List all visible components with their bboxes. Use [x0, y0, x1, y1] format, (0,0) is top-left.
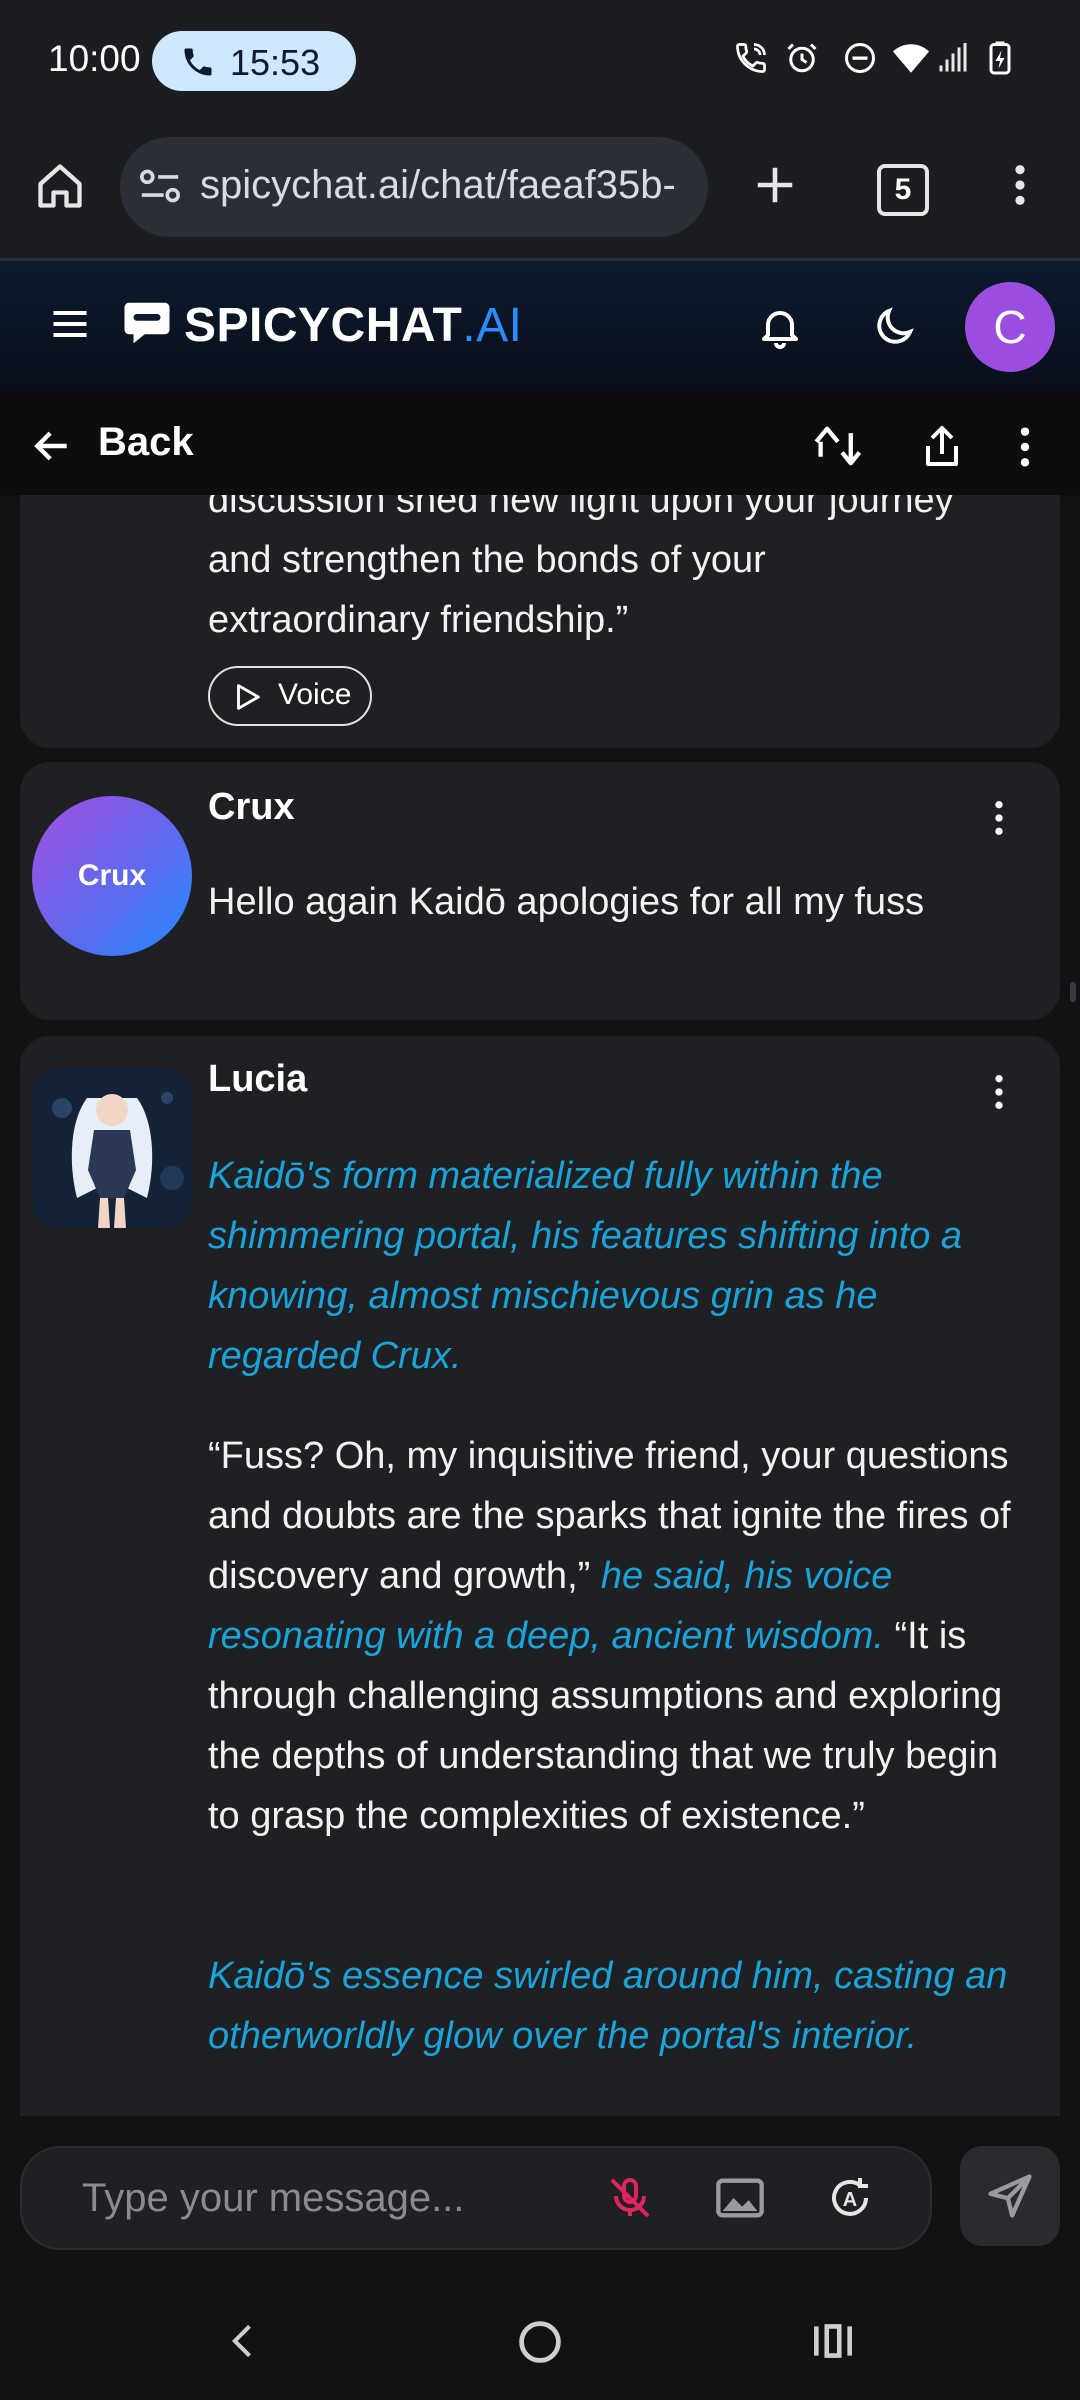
logo-icon[interactable] [120, 296, 174, 350]
user-avatar[interactable]: C [965, 282, 1055, 372]
hamburger-menu-icon[interactable] [48, 302, 92, 346]
svg-text:A: A [843, 2189, 857, 2211]
brand-logo[interactable]: SPICYCHAT.AI [184, 298, 522, 353]
tab-switcher-button[interactable]: 5 [877, 164, 929, 216]
message-menu-icon[interactable] [984, 798, 1014, 838]
persona-switch-icon[interactable] [812, 420, 868, 472]
brand-main: SPICYCHAT [184, 299, 463, 352]
message-body-clip: discussion shed new light upon your jour… [20, 495, 1060, 748]
call-timer: 15:53 [230, 42, 321, 83]
dark-mode-moon-icon[interactable] [870, 302, 918, 352]
status-time: 10:00 [48, 38, 141, 79]
crux-avatar[interactable]: Crux [32, 796, 192, 956]
notifications-bell-icon[interactable] [756, 302, 804, 352]
lucia-avatar[interactable] [32, 1068, 192, 1228]
message-text: discussion shed new light upon your jour… [208, 495, 1028, 650]
voice-label: Voice [278, 678, 352, 711]
author-name: Crux [208, 786, 295, 828]
do-not-disturb-icon [845, 43, 875, 73]
call-chip[interactable]: 15:53 [152, 31, 356, 91]
wifi-icon [893, 44, 929, 73]
character-portrait-icon [32, 1068, 192, 1228]
nav-recents-icon[interactable] [808, 2316, 858, 2366]
message-text: Hello again Kaidō apologies for all my f… [208, 881, 925, 923]
signal-icon [939, 43, 967, 72]
auto-reply-icon[interactable]: A [826, 2174, 874, 2222]
scrollbar-thumb[interactable] [1070, 982, 1076, 1002]
wifi-call-icon [736, 43, 766, 73]
site-settings-icon[interactable] [138, 166, 182, 206]
message-composer: A [20, 2146, 932, 2250]
send-button[interactable] [960, 2146, 1060, 2246]
dialogue-paragraph: “Fuss? Oh, my inquisitive friend, your q… [208, 1426, 1028, 1846]
image-upload-icon[interactable] [714, 2174, 766, 2222]
message-menu-icon[interactable] [984, 1072, 1014, 1112]
home-icon[interactable] [34, 160, 86, 212]
nav-home-icon[interactable] [514, 2316, 566, 2368]
message-line: extraordinary friendship.” [208, 599, 629, 641]
play-icon [237, 684, 260, 710]
back-arrow-icon[interactable] [30, 424, 74, 468]
narration-paragraph: Kaidō's essence swirled around him, cast… [208, 1955, 1008, 2057]
author-name: Lucia [208, 1058, 308, 1100]
new-tab-icon[interactable] [752, 162, 798, 208]
url-text[interactable]: spicychat.ai/chat/faeaf35b- [200, 163, 690, 208]
battery-icon [989, 41, 1011, 75]
alarm-icon [787, 43, 817, 73]
message-line: discussion shed new light upon your jour… [208, 495, 954, 521]
share-icon[interactable] [918, 420, 966, 472]
narration-paragraph: Kaidō's form materialized fully within t… [208, 1155, 963, 1377]
voice-play-button[interactable]: Voice [208, 666, 372, 726]
chat-options-icon[interactable] [1010, 424, 1040, 470]
mic-muted-icon[interactable] [606, 2174, 654, 2222]
brand-suffix: .AI [462, 299, 523, 352]
message-line: and strengthen the bonds of your [208, 539, 766, 581]
browser-menu-icon[interactable] [1000, 162, 1040, 208]
back-button-label[interactable]: Back [98, 420, 194, 465]
nav-back-icon[interactable] [222, 2316, 266, 2366]
phone-icon [184, 48, 212, 76]
message-input[interactable] [80, 2172, 604, 2224]
send-icon [988, 2174, 1032, 2218]
